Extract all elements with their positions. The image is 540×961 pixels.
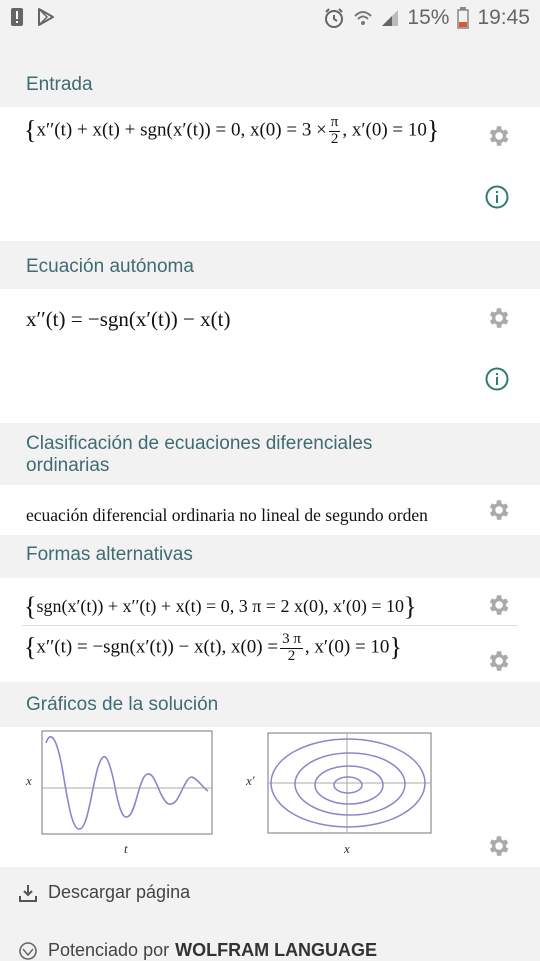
download-page-link[interactable]: Descargar página (18, 882, 190, 903)
info-icon[interactable] (485, 367, 509, 391)
signal-icon (382, 10, 399, 26)
plot2-xlabel: x (343, 841, 350, 856)
pod-title-classification: Clasificación de ecuaciones diferenciale… (26, 433, 373, 476)
alternative-form-2: {x′′(t) = −sgn(x′(t)) − x(t), x(0) = 3 π2… (24, 631, 402, 664)
pod-autonomous: x′′(t) = −sgn(x′(t)) − x(t) (0, 289, 540, 423)
battery-percent: 15% (407, 6, 450, 29)
alarm-icon (325, 8, 344, 28)
input-equation: {x′′(t) + x(t) + sgn(x′(t)) = 0, x(0) = … (24, 114, 440, 147)
solution-plot-phase[interactable]: x′ x (242, 727, 442, 862)
powered-brand: WOLFRAM LANGUAGE (175, 940, 378, 960)
plot1-xlabel: t (124, 841, 128, 856)
alternative-form-1: {sgn(x′(t)) + x′′(t) + x(t) = 0, 3 π = 2… (24, 592, 417, 621)
gear-icon[interactable] (485, 497, 511, 523)
gear-icon[interactable] (485, 592, 511, 618)
pod-plots: x t x′ x (0, 727, 540, 867)
powered-prefix: Potenciado por (48, 940, 170, 960)
download-label: Descargar página (48, 882, 191, 902)
solution-plot-time[interactable]: x t (20, 727, 220, 862)
divider (22, 625, 518, 626)
plot2-ylabel: x′ (245, 773, 255, 788)
wifi-icon (354, 11, 373, 25)
info-icon[interactable] (485, 185, 509, 209)
play-store-icon (38, 8, 54, 26)
pod-alternatives: {sgn(x′(t)) + x′′(t) + x(t) = 0, 3 π = 2… (0, 578, 540, 682)
download-icon (19, 884, 37, 902)
gear-icon[interactable] (485, 305, 511, 331)
gear-icon[interactable] (485, 648, 511, 674)
pod-input: {x′′(t) + x(t) + sgn(x′(t)) = 0, x(0) = … (0, 107, 540, 241)
powered-by: Potenciado por WOLFRAM LANGUAGE (18, 940, 377, 961)
alert-icon (11, 8, 23, 26)
battery-icon (457, 7, 470, 29)
pod-title-autonomous: Ecuación autónoma (26, 256, 194, 277)
status-bar: 15% 19:45 (0, 0, 540, 38)
clock: 19:45 (477, 6, 530, 29)
classification-text: ecuación diferencial ordinaria no lineal… (26, 505, 428, 525)
pod-title-alternatives: Formas alternativas (26, 544, 193, 565)
pod-classification: ecuación diferencial ordinaria no lineal… (0, 485, 540, 535)
gear-icon[interactable] (485, 833, 511, 859)
pod-title-plots: Gráficos de la solución (26, 694, 219, 715)
autonomous-equation: x′′(t) = −sgn(x′(t)) − x(t) (26, 307, 231, 331)
wolfram-logo-icon (19, 941, 37, 960)
plot1-ylabel: x (25, 773, 32, 788)
gear-icon[interactable] (485, 123, 511, 149)
pod-title-input: Entrada (26, 74, 93, 95)
